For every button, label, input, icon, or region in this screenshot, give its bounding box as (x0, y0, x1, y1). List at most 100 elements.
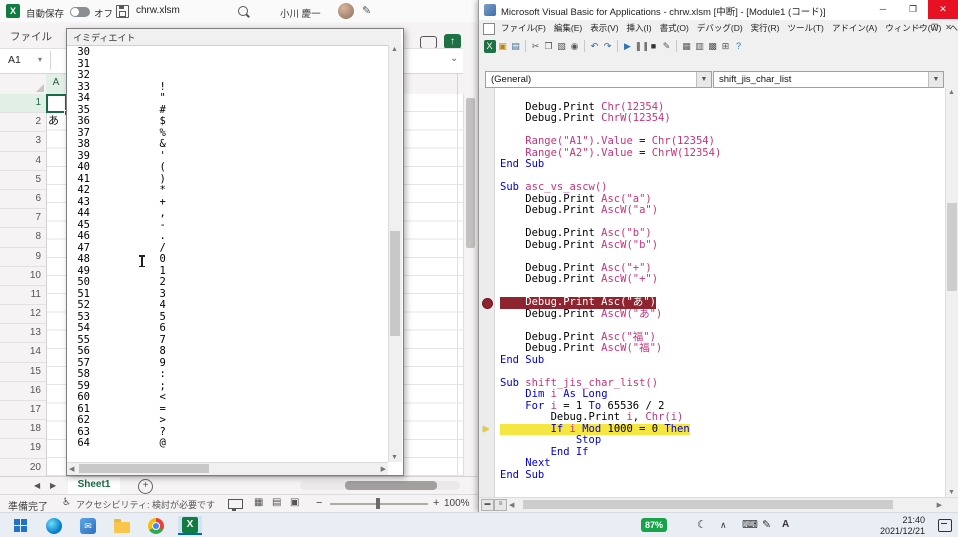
insert-userform-icon[interactable]: ▣ (497, 40, 509, 53)
row-header-13[interactable]: 13 (0, 324, 46, 343)
notification-center-icon[interactable] (938, 519, 952, 532)
row-header-1[interactable]: 1 (0, 94, 46, 113)
edit-pencil-icon[interactable]: ✎ (362, 4, 371, 17)
row-header-9[interactable]: 9 (0, 248, 46, 267)
undo-icon[interactable]: ↶ (589, 40, 601, 53)
reset-icon[interactable]: ■ (648, 40, 660, 53)
page-break-view-icon[interactable]: ▣ (290, 497, 299, 508)
row-header-3[interactable]: 3 (0, 132, 46, 151)
vba-menu-item-3[interactable]: 挿入(I) (623, 22, 656, 34)
scroll-right-icon[interactable]: ▶ (937, 501, 942, 509)
redo-icon[interactable]: ↷ (602, 40, 614, 53)
row-header-8[interactable]: 8 (0, 228, 46, 247)
save-icon[interactable]: ▤ (510, 40, 522, 53)
scrollbar-thumb[interactable] (390, 231, 400, 336)
code-pane[interactable]: ► Debug.Print Chr(12354) Debug.Print Chr… (479, 88, 945, 497)
page-layout-view-icon[interactable]: ▤ (272, 497, 281, 508)
close-button[interactable]: ✕ (928, 0, 958, 19)
excel-horizontal-scrollbar[interactable] (300, 481, 460, 490)
row-header-7[interactable]: 7 (0, 209, 46, 228)
scroll-down-icon[interactable]: ▼ (391, 454, 398, 461)
chevron-down-icon[interactable]: ▼ (696, 72, 711, 87)
vba-menu-item-6[interactable]: 実行(R) (747, 22, 784, 34)
copy-icon[interactable]: ❐ (543, 40, 555, 53)
vba-menu-item-0[interactable]: ファイル(F) (497, 22, 550, 34)
zoom-level[interactable]: 100% (444, 498, 470, 509)
minimize-button[interactable]: ─ (868, 0, 898, 19)
row-header-2[interactable]: 2 (0, 113, 46, 132)
row-header-16[interactable]: 16 (0, 382, 46, 401)
taskbar-chrome-icon[interactable] (144, 516, 168, 535)
battery-percentage-badge[interactable]: 87% (641, 518, 667, 532)
cell-a2[interactable]: あ (48, 112, 66, 130)
chevron-down-icon[interactable]: ▼ (928, 72, 943, 87)
accessibility-status[interactable]: アクセシビリティ: 検討が必要です (76, 498, 215, 511)
immediate-horizontal-scrollbar[interactable]: ◀ ▶ (67, 462, 388, 475)
run-icon[interactable]: ▶ (622, 40, 634, 53)
vba-menu-item-1[interactable]: 編集(E) (550, 22, 586, 34)
vba-vertical-scrollbar[interactable]: ▲ ▼ (945, 88, 958, 497)
child-minimize-icon[interactable]: ─ (914, 22, 927, 34)
scroll-down-icon[interactable]: ▼ (948, 489, 955, 496)
break-icon[interactable]: ❚❚ (635, 40, 647, 53)
taskbar-edge-icon[interactable] (42, 516, 66, 535)
sheet-nav-next-icon[interactable]: ▶ (50, 481, 56, 490)
scroll-up-icon[interactable]: ▲ (391, 46, 398, 53)
scroll-right-icon[interactable]: ▶ (381, 465, 386, 473)
zoom-out-button[interactable]: − (316, 497, 322, 509)
select-all-corner[interactable] (0, 74, 47, 94)
immediate-vertical-scrollbar[interactable]: ▲ ▼ (388, 45, 402, 462)
moon-icon[interactable]: ☾ (697, 518, 707, 532)
scrollbar-thumb[interactable] (466, 98, 475, 248)
project-explorer-icon[interactable]: ▦ (681, 40, 693, 53)
row-header-19[interactable]: 19 (0, 439, 46, 458)
share-button[interactable]: ↑ (444, 34, 461, 49)
name-box-caret-icon[interactable]: ▾ (38, 55, 42, 64)
ime-mode-indicator[interactable]: A (782, 518, 789, 532)
sheet-nav-prev-icon[interactable]: ◀ (34, 481, 40, 490)
touch-keyboard-icon[interactable]: ⌨ (742, 518, 758, 532)
zoom-slider-thumb[interactable] (376, 498, 380, 509)
clock[interactable]: 21:40 2021/12/21 (865, 515, 925, 537)
accessibility-icon[interactable]: ♿ (62, 497, 71, 508)
procedure-dropdown[interactable]: shift_jis_char_list ▼ (713, 71, 944, 88)
vba-menu-item-2[interactable]: 表示(V) (586, 22, 622, 34)
maximize-button[interactable]: ❐ (898, 0, 928, 19)
row-header-14[interactable]: 14 (0, 343, 46, 362)
row-header-6[interactable]: 6 (0, 190, 46, 209)
procedure-view-icon[interactable]: ▬ (481, 499, 494, 511)
save-icon[interactable] (116, 5, 129, 18)
cut-icon[interactable]: ✂ (530, 40, 542, 53)
normal-view-icon[interactable]: ▦ (254, 497, 263, 508)
scrollbar-thumb[interactable] (79, 464, 209, 473)
vba-menu-item-7[interactable]: ツール(T) (783, 22, 827, 34)
properties-icon[interactable]: ▥ (694, 40, 706, 53)
scroll-up-icon[interactable]: ▲ (948, 89, 955, 96)
full-module-view-icon[interactable]: ≡ (494, 499, 507, 511)
row-header-12[interactable]: 12 (0, 305, 46, 324)
row-header-10[interactable]: 10 (0, 267, 46, 286)
vba-menu-item-5[interactable]: デバッグ(D) (693, 22, 747, 34)
view-excel-icon[interactable]: X (484, 40, 496, 53)
display-settings-icon[interactable] (228, 499, 243, 509)
vba-horizontal-scrollbar[interactable]: ▬ ≡ ◀ ▶ (479, 497, 958, 511)
scrollbar-thumb[interactable] (523, 500, 893, 509)
toolbox-icon[interactable]: ⊞ (720, 40, 732, 53)
scroll-left-icon[interactable]: ◀ (69, 465, 74, 473)
taskbar-explorer-icon[interactable] (110, 516, 134, 535)
vba-menu-item-8[interactable]: アドイン(A) (828, 22, 881, 34)
tray-chevron-up-icon[interactable]: ∧ (720, 518, 727, 532)
design-mode-icon[interactable]: ✎ (661, 40, 673, 53)
immediate-titlebar[interactable]: イミディエイト (67, 29, 401, 46)
object-browser-icon[interactable]: ▩ (707, 40, 719, 53)
start-button[interactable] (8, 516, 32, 535)
autosave-toggle[interactable] (70, 7, 90, 17)
breakpoint-indicator[interactable] (482, 298, 493, 309)
child-restore-icon[interactable]: ❐ (928, 22, 941, 34)
pen-icon[interactable]: ✎ (762, 518, 771, 532)
code-lines[interactable]: Debug.Print Chr(12354) Debug.Print ChrW(… (494, 90, 945, 481)
find-icon[interactable]: ◉ (569, 40, 581, 53)
object-dropdown[interactable]: (General) ▼ (485, 71, 712, 88)
row-header-15[interactable]: 15 (0, 363, 46, 382)
formula-bar-expand-icon[interactable]: ⌄ (450, 53, 458, 64)
